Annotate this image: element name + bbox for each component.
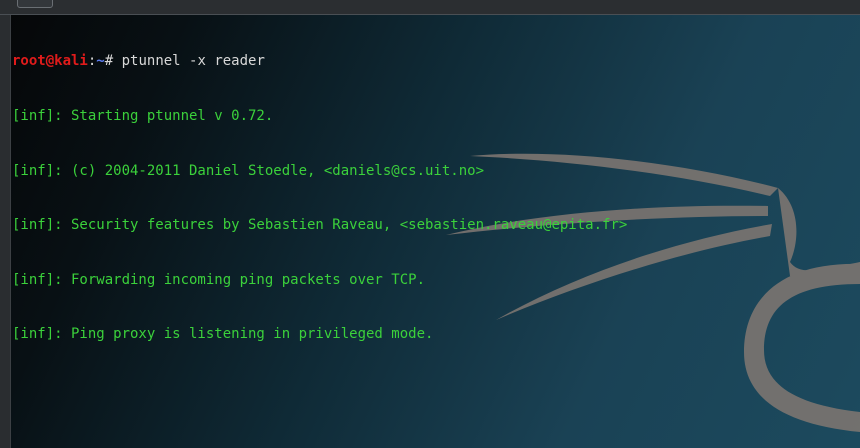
terminal-window[interactable]: root@kali:~# ptunnel -x reader [inf]: St… <box>0 0 860 448</box>
window-left-edge <box>0 0 11 448</box>
output-line: [inf]: (c) 2004-2011 Daniel Stoedle, <da… <box>12 162 485 179</box>
terminal-output[interactable]: root@kali:~# ptunnel -x reader [inf]: St… <box>12 16 852 380</box>
window-top-bar <box>0 0 860 15</box>
output-line: [inf]: Security features by Sebastien Ra… <box>12 217 628 234</box>
prompt-line: root@kali:~# ptunnel -x reader <box>12 52 852 70</box>
command-text: ptunnel -x reader <box>113 53 265 70</box>
prompt-user-host: root@kali <box>12 53 88 70</box>
output-line: [inf]: Forwarding incoming ping packets … <box>12 271 426 288</box>
prompt-symbol: # <box>104 53 114 70</box>
output-line: [inf]: Ping proxy is listening in privil… <box>12 326 434 343</box>
output-line: [inf]: Starting ptunnel v 0.72. <box>12 108 274 124</box>
prompt-path: ~ <box>96 53 105 70</box>
tab-stub[interactable] <box>17 0 53 8</box>
